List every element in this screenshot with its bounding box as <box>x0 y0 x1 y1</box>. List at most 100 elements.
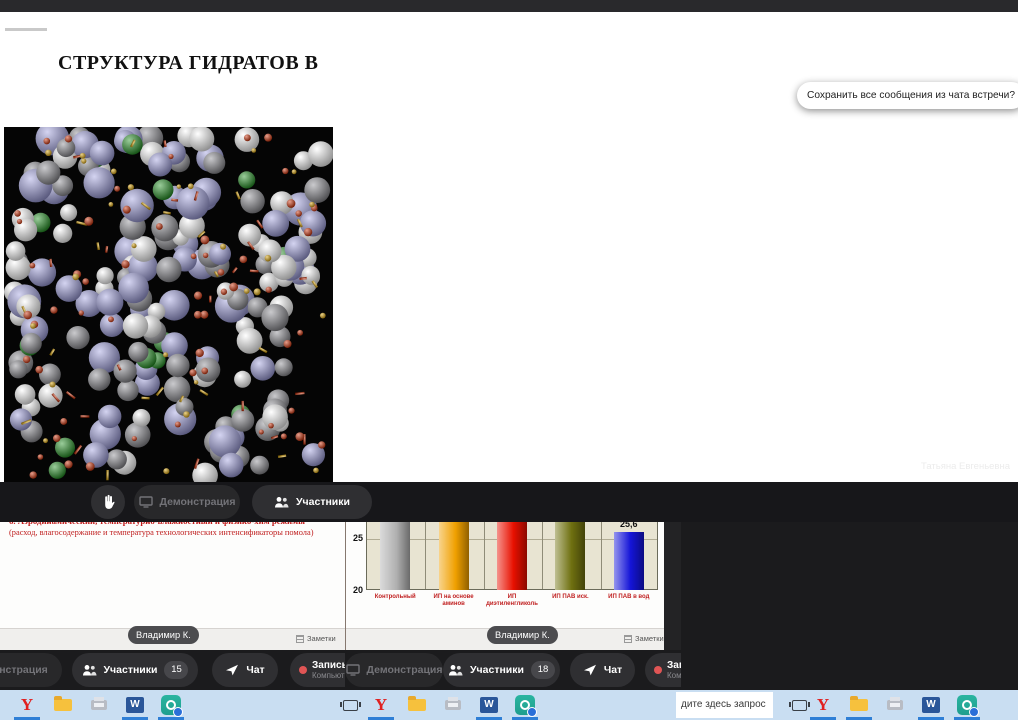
printer-icon <box>445 700 461 710</box>
taskbar-icon-yandex[interactable]: Y <box>368 693 394 717</box>
button-label: Демонстрация <box>160 496 236 508</box>
record-sublabel: Компьют <box>312 671 345 680</box>
people-icon <box>448 664 463 676</box>
yandex-icon: Y <box>21 695 33 715</box>
bar-category-label: Контрольный <box>367 594 423 601</box>
button-label: Демонстрация <box>367 664 443 676</box>
taskbar-icon-folder[interactable] <box>404 693 430 717</box>
y-axis-tick: 25 <box>347 533 363 543</box>
record-button[interactable]: ЗаписьКомпьют <box>645 653 681 687</box>
recording-dot-icon <box>299 666 307 674</box>
button-label: Участники <box>296 496 337 508</box>
word-icon: W <box>126 697 144 713</box>
telemost-icon <box>161 695 181 715</box>
shared-screen-top <box>0 0 337 12</box>
taskbar-icon-printer[interactable] <box>882 693 908 717</box>
taskbar-icon-taskview[interactable] <box>337 693 363 717</box>
button-label: Участники <box>470 664 524 676</box>
notes-icon <box>624 635 632 643</box>
taskbar-icon-word[interactable]: W <box>476 693 502 717</box>
y-axis-tick: 20 <box>347 585 363 595</box>
button-label: Чат <box>604 664 622 676</box>
word-icon: W <box>922 697 940 713</box>
taskbar-search-input[interactable]: дите здесь запрос <box>676 692 773 718</box>
taskview-icon <box>343 700 358 711</box>
slide-3-title: СТРУКТУРА ГИДРАТОВ В <box>58 52 319 75</box>
participants-count-badge: 15 <box>164 661 188 679</box>
record-sublabel: Компьют <box>667 671 681 680</box>
taskbar-icon-word[interactable]: W <box>918 693 944 717</box>
screen: Те ✕ + Звонок в Яндекс Телемосте⋯Звонок … <box>0 0 1018 720</box>
folder-icon <box>850 699 868 711</box>
taskbar-icon-yandex[interactable]: Y <box>14 693 40 717</box>
taskview-icon <box>792 700 807 711</box>
chat-button[interactable]: Чат <box>570 653 635 687</box>
notes-icon <box>296 635 304 643</box>
button-label: Чат <box>246 664 264 676</box>
telemost-icon <box>957 695 977 715</box>
bar-category-label: ИП диэтиленгликоль <box>484 594 540 607</box>
notes-button[interactable]: Заметки <box>624 634 664 643</box>
taskbar-icon-taskview[interactable] <box>786 693 812 717</box>
folder-icon <box>408 699 426 711</box>
call-toolbar-left: монстрация Участники 15 Чат ЗаписьКомпьют <box>0 650 345 690</box>
call-toolbar-right: Демонстрация Участники <box>0 482 337 522</box>
participants-count-badge: 18 <box>531 661 555 679</box>
screen-share-button[interactable]: монстрация <box>0 653 62 687</box>
notes-label: Заметки <box>635 634 664 643</box>
windows-taskbar: дите здесь запрос Y W Y W Y W <box>0 690 1018 720</box>
participants-button[interactable]: Участники 15 <box>72 653 198 687</box>
call-toolbar-middle: Демонстрация Участники 18 Чат ЗаписьКомпьют <box>345 650 681 690</box>
telemost-window-3: СТРУКТУРА ГИДРАТОВ В Татьяна Евгеньевна … <box>0 0 337 522</box>
participants-button[interactable]: Участники 18 <box>443 653 560 687</box>
record-label: Запись <box>312 660 345 671</box>
record-label: Запись <box>667 660 681 671</box>
bar-category-label: ИП ПАВ иск. <box>542 594 598 601</box>
button-label: монстрация <box>0 664 48 676</box>
send-icon <box>583 664 597 676</box>
taskbar-icon-telemost[interactable] <box>512 693 538 717</box>
printer-icon <box>91 700 107 710</box>
telemost-icon <box>515 695 535 715</box>
chat-save-tooltip: Сохранить все сообщения из чата встречи?… <box>797 82 1018 109</box>
taskbar-icon-telemost[interactable] <box>954 693 980 717</box>
notes-label: Заметки <box>307 634 336 643</box>
yandex-icon: Y <box>375 695 387 715</box>
yandex-icon: Y <box>817 695 829 715</box>
active-speaker-pill: Владимир К. <box>487 626 558 644</box>
slide-3-small-text <box>5 28 65 31</box>
monitor-icon <box>346 664 360 676</box>
people-icon <box>274 496 289 508</box>
taskbar-icon-printer[interactable] <box>440 693 466 717</box>
raise-hand-button[interactable] <box>91 485 125 519</box>
slide-3: СТРУКТУРА ГИДРАТОВ В <box>0 12 337 482</box>
taskbar-icon-printer[interactable] <box>86 693 112 717</box>
taskbar-icon-word[interactable]: W <box>122 693 148 717</box>
active-speaker-pill: Владимир К. <box>128 626 199 644</box>
hydrate-structure-image <box>4 127 333 484</box>
taskbar-icon-telemost[interactable] <box>158 693 184 717</box>
bar-category-label: ИП на основе аминов <box>425 594 481 607</box>
send-icon <box>225 664 239 676</box>
monitor-icon <box>139 496 153 508</box>
button-label: Участники <box>104 664 158 676</box>
printer-icon <box>887 700 903 710</box>
chart-bar <box>614 532 644 590</box>
notes-button[interactable]: Заметки <box>296 634 336 643</box>
tooltip-text: Сохранить все сообщения из чата встречи? <box>807 90 1015 101</box>
chat-button[interactable]: Чат <box>212 653 278 687</box>
participants-button[interactable]: Участники <box>252 485 337 519</box>
people-icon <box>82 664 97 676</box>
screen-share-button[interactable]: Демонстрация <box>345 653 443 687</box>
folder-icon <box>54 699 72 711</box>
bar-category-label: ИП ПАВ в вод <box>601 594 657 601</box>
recording-dot-icon <box>654 666 662 674</box>
record-button[interactable]: ЗаписьКомпьют <box>290 653 345 687</box>
screen-share-button[interactable]: Демонстрация <box>134 485 240 519</box>
molecule-structure-svg <box>4 127 333 484</box>
taskbar-icon-folder[interactable] <box>846 693 872 717</box>
taskbar-icon-yandex[interactable]: Y <box>810 693 836 717</box>
taskbar-icon-folder[interactable] <box>50 693 76 717</box>
word-icon: W <box>480 697 498 713</box>
list-item-detail: (расход, влагосодержание и температура т… <box>9 527 337 539</box>
